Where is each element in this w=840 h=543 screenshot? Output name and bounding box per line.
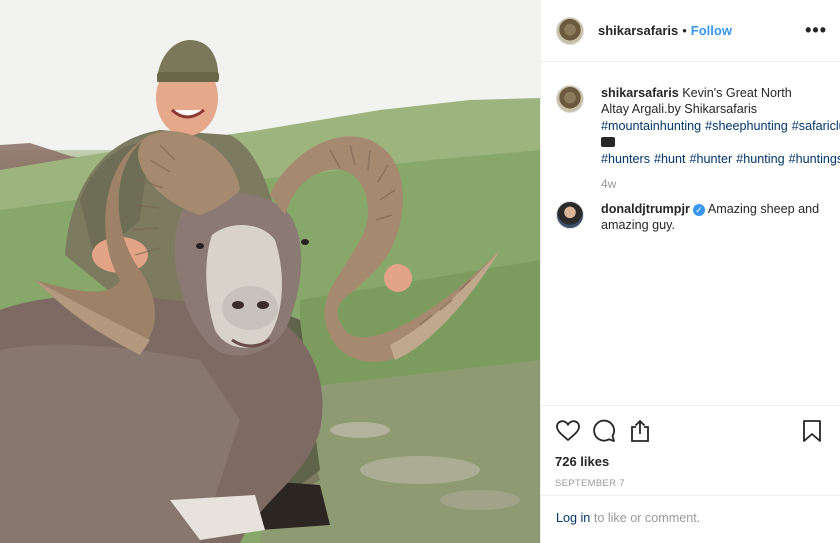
verified-badge-icon: ✓ bbox=[692, 204, 705, 217]
comment-body: donaldjtrumpjr ✓ Amazing sheep and amazing… bbox=[601, 201, 821, 234]
hashtag-link[interactable]: #hunter bbox=[690, 152, 733, 166]
action-icons bbox=[555, 416, 825, 446]
hashtag-link[interactable]: #sheephunting bbox=[705, 119, 788, 133]
bookmark-icon[interactable] bbox=[799, 418, 825, 444]
login-link[interactable]: Log in bbox=[556, 511, 590, 525]
heart-icon[interactable] bbox=[555, 418, 581, 444]
caption-username[interactable]: shikarsafaris bbox=[601, 86, 679, 100]
follow-button[interactable]: Follow bbox=[691, 23, 732, 38]
more-options-icon[interactable]: ••• bbox=[805, 20, 827, 41]
caption-avatar[interactable] bbox=[556, 85, 584, 113]
caption-comment: shikarsafaris Kevin's Great North Altay … bbox=[556, 85, 840, 167]
post-actions: 726 likes SEPTEMBER 7 bbox=[541, 405, 840, 495]
hashtag-link[interactable]: #mountainhunting bbox=[601, 119, 701, 133]
caption-hashtags: #mountainhunting #sheephunting #safariclub… bbox=[601, 118, 840, 167]
camera-emoji-icon bbox=[601, 137, 615, 148]
likes-count[interactable]: 726 likes bbox=[555, 454, 825, 469]
login-prompt: Log in to like or comment. bbox=[541, 495, 840, 543]
login-prompt-text: to like or comment. bbox=[590, 511, 701, 525]
photo-illustration bbox=[0, 0, 540, 543]
post-side-panel: shikarsafaris • Follow ••• shikarsafaris… bbox=[540, 0, 840, 543]
caption-time-ago[interactable]: 4w bbox=[601, 177, 825, 191]
comment-icon[interactable] bbox=[591, 418, 617, 444]
header-username[interactable]: shikarsafaris bbox=[598, 23, 678, 38]
caption-body: shikarsafaris Kevin's Great North Altay … bbox=[601, 85, 840, 167]
share-icon[interactable] bbox=[627, 418, 653, 444]
commenter-avatar[interactable] bbox=[556, 201, 584, 230]
post-date[interactable]: SEPTEMBER 7 bbox=[555, 478, 825, 489]
commenter-username[interactable]: donaldjtrumpjr bbox=[601, 202, 690, 216]
post-photo[interactable] bbox=[0, 0, 540, 543]
hashtag-link[interactable]: #hunt bbox=[654, 152, 686, 166]
hashtag-link[interactable]: #hunters bbox=[601, 152, 650, 166]
hashtag-link[interactable]: #huntingseason bbox=[789, 152, 840, 166]
header-separator: • bbox=[682, 23, 687, 38]
profile-avatar[interactable] bbox=[556, 16, 584, 45]
hashtag-link[interactable]: #safariclubinternational bbox=[792, 119, 840, 133]
comments-section[interactable]: shikarsafaris Kevin's Great North Altay … bbox=[541, 63, 840, 405]
post-header: shikarsafaris • Follow ••• bbox=[541, 0, 840, 62]
hashtag-link[interactable]: #hunting bbox=[736, 152, 784, 166]
user-comment: donaldjtrumpjr ✓ Amazing sheep and amazing… bbox=[556, 201, 825, 234]
